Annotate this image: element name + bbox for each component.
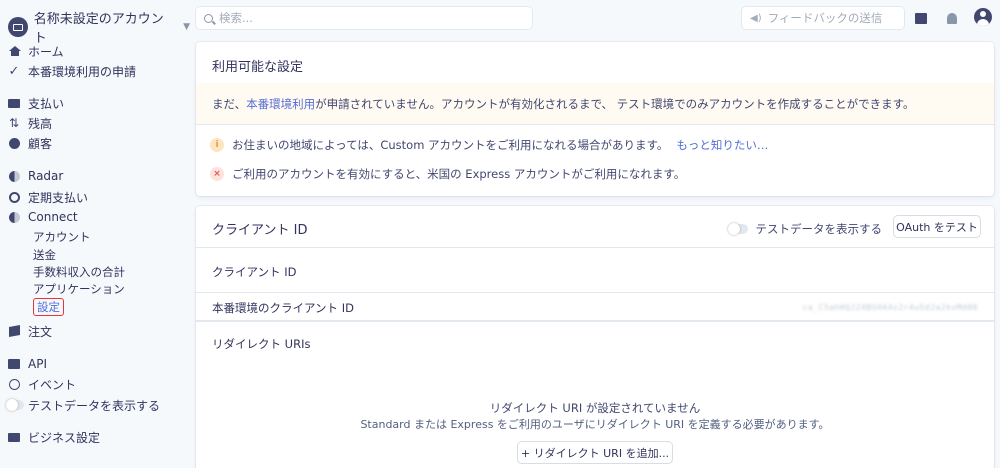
client-id-card-title: クライアント ID	[212, 223, 308, 238]
sidebar-item-customers[interactable]: 顧客	[0, 134, 52, 152]
learn-more-link[interactable]: もっと知りたい…	[676, 137, 768, 153]
sidebar-item-home[interactable]: ホーム	[0, 42, 64, 60]
sidebar-sub-settings[interactable]: 設定	[33, 298, 64, 316]
account-name: 名称未設定のアカウント	[33, 12, 164, 46]
sidebar-item-api[interactable]: API	[0, 355, 47, 373]
divider	[196, 124, 994, 125]
store-icon	[0, 432, 28, 442]
sidebar-test-data-toggle[interactable]: テストデータを表示する	[0, 396, 160, 414]
activation-link[interactable]: 本番環境利用	[246, 96, 315, 112]
terminal-icon	[0, 359, 28, 369]
speaker-icon: ◀)	[750, 12, 762, 24]
chevron-down-icon: ▼	[183, 22, 190, 32]
sidebar-item-payments[interactable]: 支払い	[0, 94, 64, 112]
sidebar-item-balance[interactable]: ⇅ 残高	[0, 114, 52, 132]
account-switcher[interactable]: 名称未設定のアカウント ▼	[8, 8, 190, 46]
activation-banner: まだ、 本番環境利用 が申請されていません。アカウントが有効化されるまで、 テス…	[196, 83, 994, 124]
divider	[196, 292, 994, 293]
sidebar-sub-fees[interactable]: 手数料収入の合計	[33, 264, 125, 280]
home-icon	[0, 46, 28, 56]
card-icon	[0, 98, 28, 108]
toggle-switch[interactable]	[727, 223, 748, 235]
bell-icon[interactable]	[945, 11, 959, 25]
check-icon: ✓	[8, 63, 20, 79]
sidebar-sub-applications[interactable]: アプリケーション	[33, 281, 125, 297]
events-icon	[0, 378, 28, 390]
sidebar-item-events[interactable]: イベント	[0, 375, 76, 393]
sidebar-item-subscriptions[interactable]: 定期支払い	[0, 188, 88, 206]
search-input[interactable]	[219, 11, 519, 25]
connect-icon	[0, 211, 28, 223]
avatar[interactable]	[974, 8, 992, 26]
sidebar-item-orders[interactable]: 注文	[0, 322, 52, 340]
express-account-notice: × ご利用のアカウントを有効にすると、米国の Express アカウントがご利用…	[210, 166, 685, 182]
settings-card-title: 利用可能な設定	[212, 60, 304, 75]
search-icon	[204, 13, 213, 23]
client-id-card: クライアント ID テストデータを表示する OAuth をテスト クライアント …	[196, 206, 994, 468]
sidebar-sub-accounts[interactable]: アカウント	[33, 229, 91, 245]
sidebar-item-business-settings[interactable]: ビジネス設定	[0, 428, 100, 446]
info-icon: i	[210, 138, 224, 152]
settings-card: 利用可能な設定 まだ、 本番環境利用 が申請されていません。アカウントが有効化さ…	[196, 42, 994, 196]
test-oauth-button[interactable]: OAuth をテスト	[894, 216, 980, 237]
sidebar-sub-transfers[interactable]: 送金	[33, 247, 56, 263]
subscription-icon	[0, 191, 28, 203]
arrows-icon: ⇅	[8, 116, 20, 130]
account-logo-icon	[8, 17, 28, 37]
empty-state-title: リダイレクト URI が設定されていません	[489, 401, 701, 415]
sidebar-item-connect[interactable]: Connect	[0, 208, 78, 226]
custom-account-notice: i お住まいの地域によっては、Custom アカウントをご利用になれる場合があり…	[210, 137, 768, 153]
divider	[196, 247, 994, 248]
feedback-input[interactable]: ◀) フィードバックの送信	[742, 7, 904, 29]
book-icon[interactable]	[914, 11, 928, 25]
user-circle-icon	[0, 137, 28, 149]
test-data-toggle[interactable]: テストデータを表示する	[727, 221, 882, 237]
sidebar-item-radar[interactable]: Radar	[0, 167, 63, 185]
add-redirect-uri-button[interactable]: + リダイレクト URI を追加...	[518, 442, 672, 463]
sidebar-item-activate[interactable]: ✓ 本番環境利用の申請	[0, 62, 136, 80]
empty-state-description: Standard または Express をご利用のユーザにリダイレクト URI…	[360, 418, 830, 431]
live-client-id-value: ca_C5ahHQJ24BSH44s2r4u5d2a2kvMd08	[802, 303, 978, 312]
sidebar: 名称未設定のアカウント ▼ ホーム ✓ 本番環境利用の申請 支払い ⇅ 残高 顧…	[0, 0, 190, 468]
client-id-header: クライアント ID	[212, 265, 297, 279]
toggle-icon	[0, 399, 28, 411]
feedback-placeholder: フィードバックの送信	[767, 11, 883, 25]
radar-icon	[0, 170, 28, 182]
search-bar[interactable]	[196, 7, 532, 29]
divider	[196, 320, 994, 322]
redirect-uris-title: リダイレクト URIs	[212, 337, 311, 351]
live-client-id-label: 本番環境のクライアント ID	[212, 301, 354, 315]
error-icon: ×	[210, 167, 224, 181]
box-icon	[0, 325, 28, 337]
